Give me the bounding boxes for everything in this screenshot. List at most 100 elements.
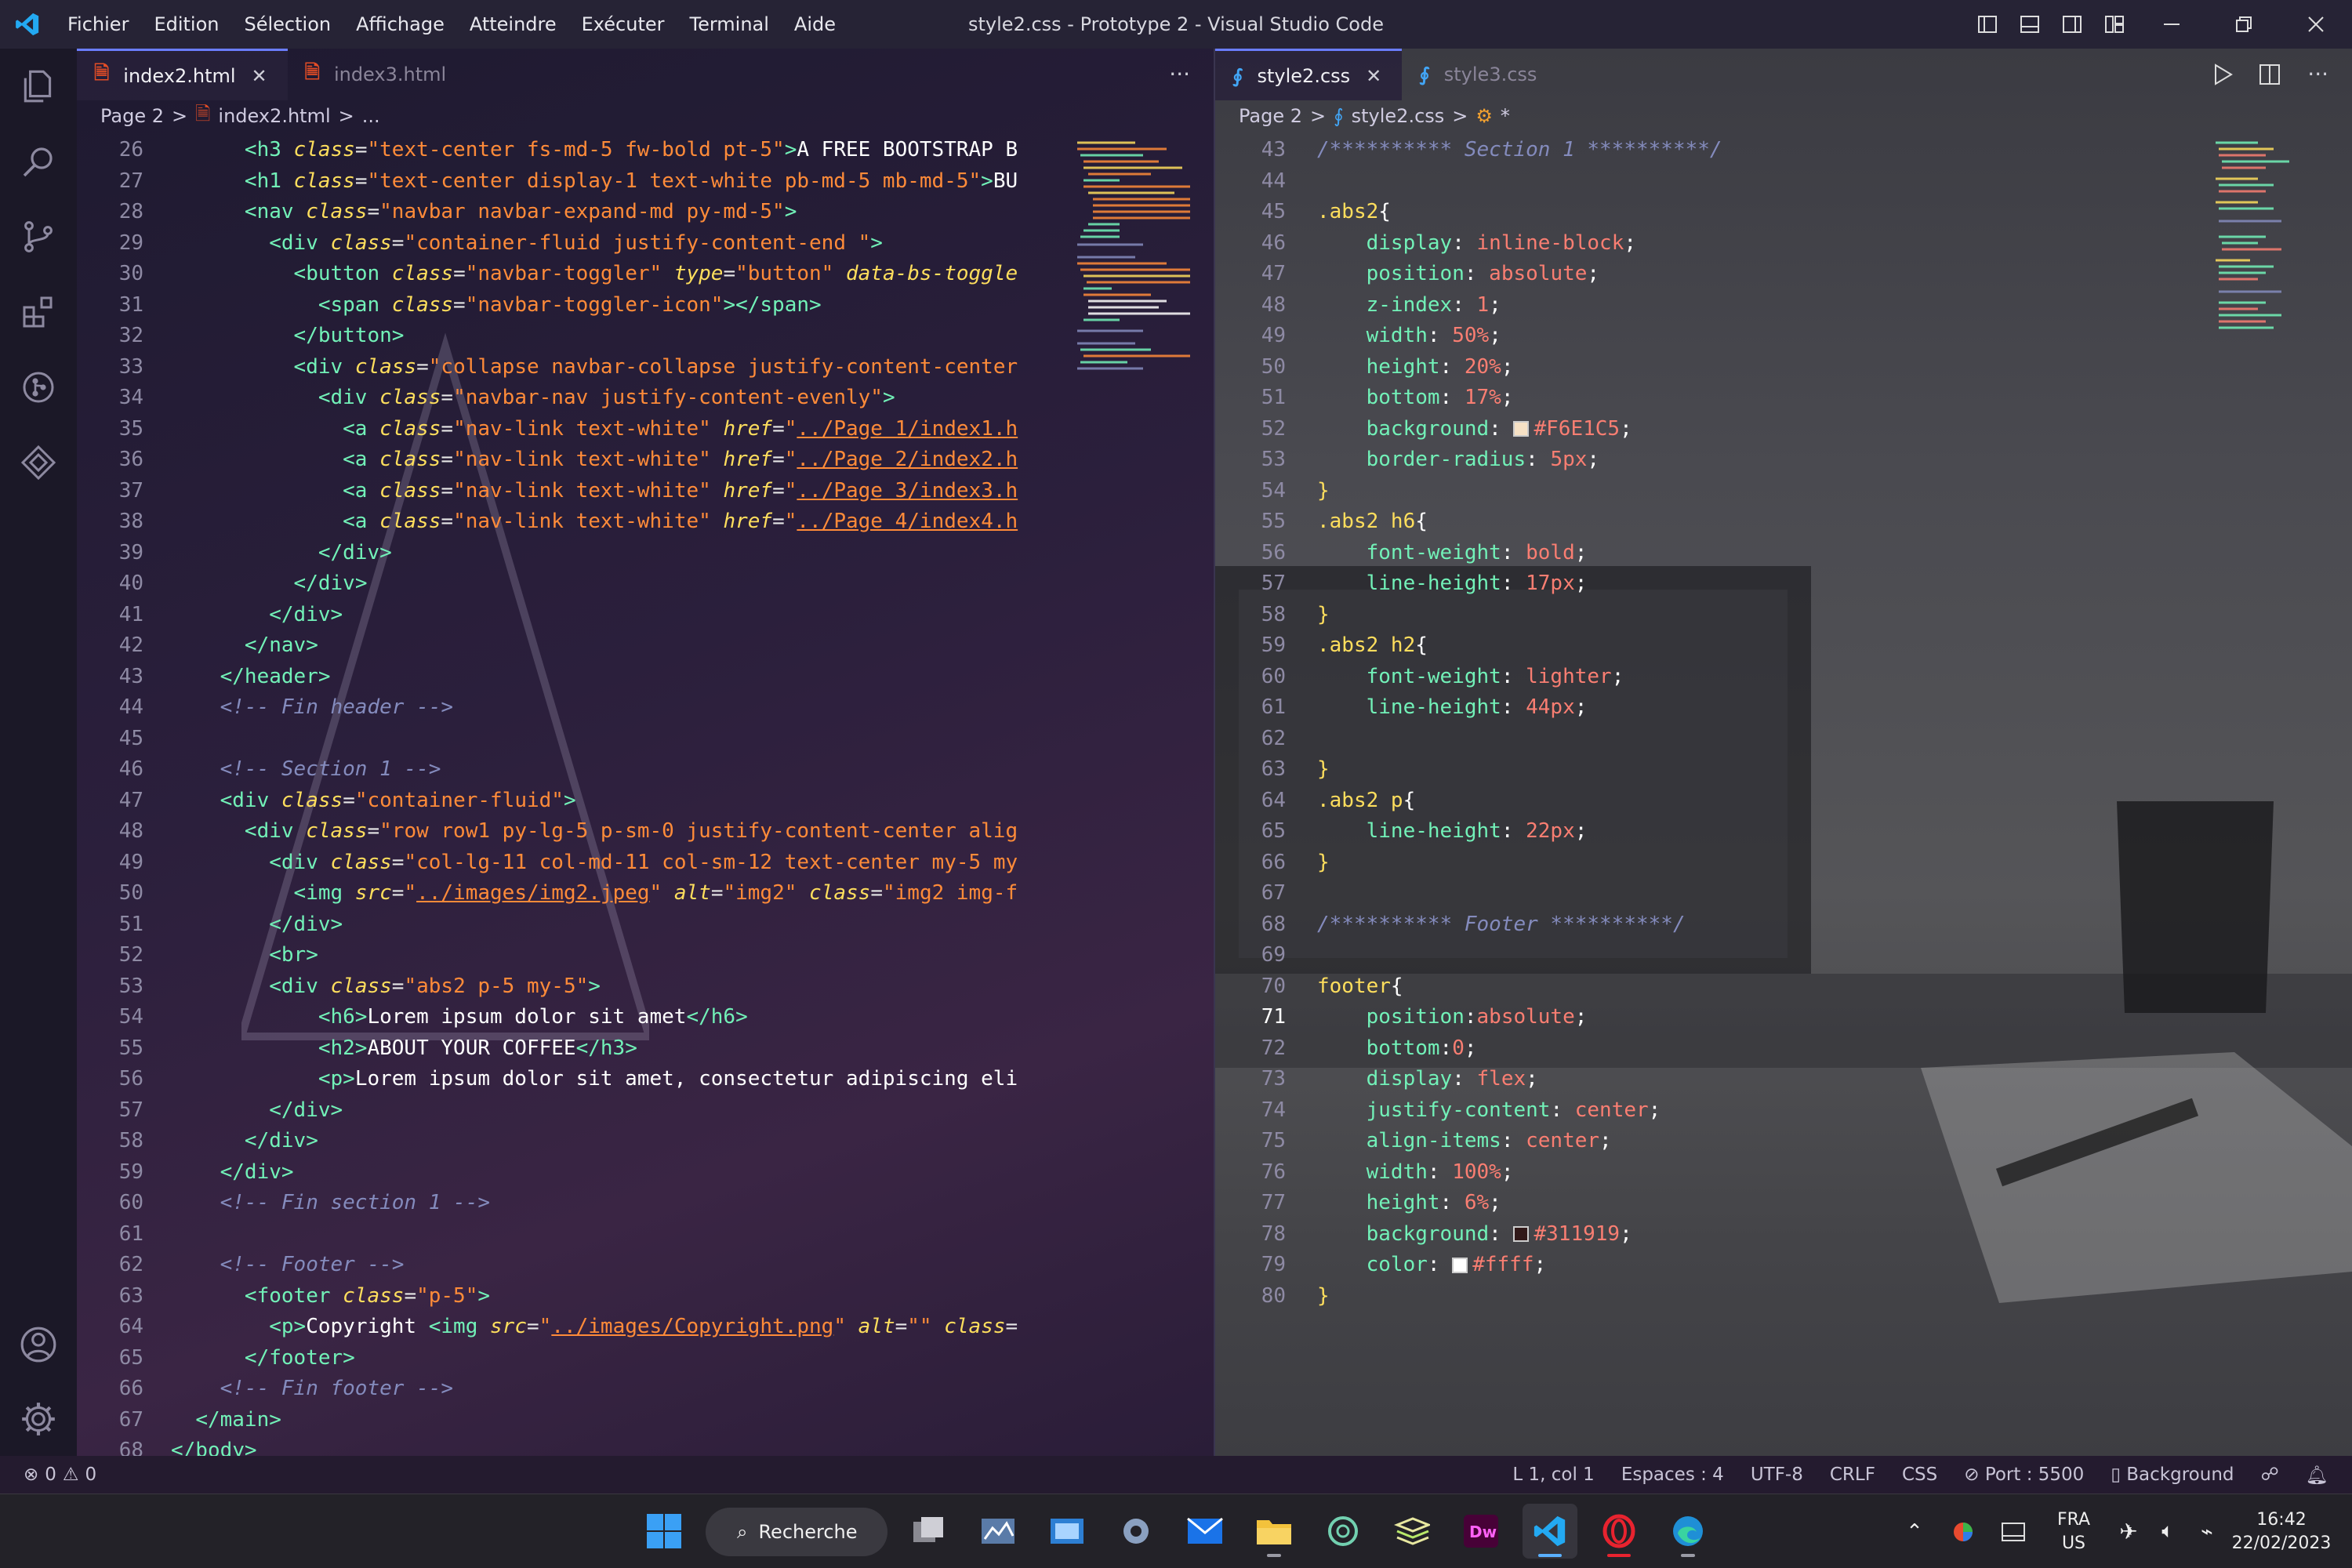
code-line[interactable]: line-height: 44px; bbox=[1317, 692, 1588, 722]
settings-gear-icon[interactable] bbox=[0, 1381, 77, 1457]
search-icon[interactable] bbox=[0, 124, 77, 199]
close-tab-icon[interactable]: ✕ bbox=[252, 65, 267, 87]
tablet-mode-icon[interactable] bbox=[1988, 1520, 2038, 1544]
minimap[interactable] bbox=[2211, 135, 2336, 401]
dreamweaver-icon[interactable]: Dw bbox=[1454, 1504, 1508, 1559]
code-line[interactable]: /********** Footer **********/ bbox=[1317, 909, 1686, 939]
code-line[interactable]: } bbox=[1317, 848, 1330, 877]
tab-style2-css[interactable]: ∮ style2.css ✕ bbox=[1215, 49, 1403, 100]
tab-index3-html[interactable]: 🗎 index3.html bbox=[288, 49, 467, 100]
battery-charging-icon[interactable]: ⌁ bbox=[2187, 1520, 2227, 1544]
menu-affichage[interactable]: Affichage bbox=[343, 0, 457, 49]
code-line[interactable]: <!-- Fin footer --> bbox=[171, 1374, 453, 1403]
toggle-primary-sidebar-icon[interactable] bbox=[1966, 0, 2009, 49]
code-line[interactable]: align-items: center; bbox=[1317, 1126, 1612, 1156]
code-line[interactable]: background: #311919; bbox=[1317, 1219, 1632, 1249]
code-line[interactable]: width: 50%; bbox=[1317, 321, 1501, 350]
color-swatch-icon[interactable] bbox=[1513, 421, 1530, 437]
code-line[interactable]: <!-- Fin header --> bbox=[171, 692, 453, 722]
mail-app-icon[interactable] bbox=[1178, 1504, 1232, 1559]
code-line[interactable]: <footer class="p-5"> bbox=[171, 1281, 490, 1311]
code-line[interactable]: </div> bbox=[171, 600, 343, 630]
breadcrumb-symbol[interactable]: ... bbox=[362, 105, 380, 127]
code-line[interactable]: .abs2 p{ bbox=[1317, 786, 1415, 815]
cursor-position[interactable]: L 1, col 1 bbox=[1512, 1465, 1594, 1485]
code-line[interactable]: line-height: 17px; bbox=[1317, 568, 1588, 598]
code-line[interactable]: border-radius: 5px; bbox=[1317, 445, 1599, 474]
code-line[interactable]: height: 20%; bbox=[1317, 352, 1514, 382]
code-line[interactable]: .abs2{ bbox=[1317, 197, 1391, 227]
code-line[interactable]: </div> bbox=[171, 538, 392, 568]
split-editor-icon[interactable] bbox=[2258, 63, 2281, 89]
code-line[interactable]: <a class="nav-link text-white" href="../… bbox=[171, 506, 1018, 536]
code-line[interactable]: font-weight: bold; bbox=[1317, 538, 1588, 568]
breadcrumb-symbol[interactable]: * bbox=[1501, 105, 1510, 127]
volume-icon[interactable]: 🔈︎ bbox=[2148, 1519, 2187, 1544]
toggle-panel-icon[interactable] bbox=[2009, 0, 2051, 49]
menu-edition[interactable]: Edition bbox=[141, 0, 231, 49]
code-line[interactable]: bottom: 17%; bbox=[1317, 383, 1514, 412]
code-line[interactable]: </div> bbox=[171, 1126, 318, 1156]
language-mode[interactable]: CSS bbox=[1902, 1465, 1937, 1485]
background-extension[interactable]: ▯ Background bbox=[2111, 1465, 2234, 1485]
code-line[interactable]: <h3 class="text-center fs-md-5 fw-bold p… bbox=[171, 135, 1018, 165]
code-line[interactable]: <div class="container-fluid justify-cont… bbox=[171, 228, 883, 258]
clock[interactable]: 16:42 22/02/2023 bbox=[2227, 1508, 2336, 1555]
breadcrumb-folder[interactable]: Page 2 bbox=[1239, 105, 1302, 127]
code-line[interactable]: <a class="nav-link text-white" href="../… bbox=[171, 414, 1018, 444]
vscode-taskbar-icon[interactable] bbox=[1523, 1504, 1577, 1559]
windows-start-icon[interactable] bbox=[637, 1504, 691, 1559]
code-line[interactable]: </body> bbox=[171, 1436, 257, 1456]
run-icon[interactable] bbox=[2212, 63, 2234, 89]
code-line[interactable]: <a class="nav-link text-white" href="../… bbox=[171, 476, 1018, 506]
color-swatch-icon[interactable] bbox=[1452, 1257, 1468, 1273]
color-swatch-icon[interactable] bbox=[1513, 1226, 1530, 1242]
encoding[interactable]: UTF-8 bbox=[1751, 1465, 1803, 1485]
editor-right-css[interactable]: ∮ style2.css ✕ ∮ style3.css ··· Page 2 > ∮ … bbox=[1215, 49, 2352, 1456]
source-control-icon[interactable] bbox=[0, 199, 77, 274]
code-line[interactable]: height: 6%; bbox=[1317, 1188, 1501, 1218]
code-line[interactable]: <!-- Footer --> bbox=[171, 1250, 405, 1279]
code-line[interactable]: <h6>Lorem ipsum dolor sit amet</h6> bbox=[171, 1002, 748, 1032]
accounts-icon[interactable] bbox=[0, 1307, 77, 1382]
photos-app-icon[interactable] bbox=[1040, 1504, 1094, 1559]
code-line[interactable]: /********** Section 1 **********/ bbox=[1317, 135, 1722, 165]
code-line[interactable]: <div class="row row1 py-lg-5 p-sm-0 just… bbox=[171, 816, 1018, 846]
code-line[interactable]: <nav class="navbar navbar-expand-md py-m… bbox=[171, 197, 797, 227]
end-of-line[interactable]: CRLF bbox=[1830, 1465, 1875, 1485]
code-line[interactable]: <div class="col-lg-11 col-md-11 col-sm-1… bbox=[171, 848, 1018, 877]
code-line[interactable]: footer{ bbox=[1317, 971, 1403, 1001]
task-view-icon[interactable] bbox=[902, 1504, 956, 1559]
code-line[interactable]: width: 100%; bbox=[1317, 1157, 1514, 1187]
code-line[interactable]: <p>Lorem ipsum dolor sit amet, consectet… bbox=[171, 1064, 1018, 1094]
code-line[interactable]: <div class="container-fluid"> bbox=[171, 786, 576, 815]
warning-count[interactable]: 0 bbox=[85, 1465, 97, 1485]
extensions-icon[interactable] bbox=[0, 274, 77, 350]
code-line[interactable]: </footer> bbox=[171, 1343, 355, 1373]
code-line[interactable]: <span class="navbar-toggler-icon"></span… bbox=[171, 290, 822, 320]
vscode-logo-icon[interactable] bbox=[0, 0, 55, 49]
widgets-icon[interactable] bbox=[971, 1504, 1025, 1559]
code-line[interactable]: background: #F6E1C5; bbox=[1317, 414, 1632, 444]
feedback-icon[interactable]: ☍ bbox=[2261, 1465, 2279, 1485]
code-line[interactable]: } bbox=[1317, 754, 1330, 784]
opera-browser-icon[interactable] bbox=[1592, 1504, 1646, 1559]
code-line[interactable]: line-height: 22px; bbox=[1317, 816, 1588, 846]
indentation[interactable]: Espaces : 4 bbox=[1621, 1465, 1724, 1485]
close-tab-icon[interactable]: ✕ bbox=[1366, 65, 1381, 87]
error-count[interactable]: 0 bbox=[45, 1465, 56, 1485]
code-line[interactable]: <a class="nav-link text-white" href="../… bbox=[171, 445, 1018, 474]
code-line[interactable]: z-index: 1; bbox=[1317, 290, 1501, 320]
menu-executer[interactable]: Exécuter bbox=[569, 0, 677, 49]
input-language[interactable]: FRA US bbox=[2038, 1508, 2109, 1555]
chatgpt-app-icon[interactable] bbox=[1316, 1504, 1370, 1559]
code-line[interactable]: <!-- Section 1 --> bbox=[171, 754, 441, 784]
code-line[interactable]: <h2>ABOUT YOUR COFFEE</h3> bbox=[171, 1033, 637, 1063]
airplane-mode-icon[interactable]: ✈ bbox=[2109, 1519, 2148, 1544]
warning-icon[interactable]: ⚠ bbox=[63, 1465, 79, 1485]
taskbar-search[interactable]: ⌕ Recherche bbox=[706, 1508, 887, 1556]
menu-terminal[interactable]: Terminal bbox=[677, 0, 781, 49]
code-line[interactable]: display: flex; bbox=[1317, 1064, 1538, 1094]
breadcrumb-folder[interactable]: Page 2 bbox=[100, 105, 164, 127]
menu-aide[interactable]: Aide bbox=[782, 0, 848, 49]
